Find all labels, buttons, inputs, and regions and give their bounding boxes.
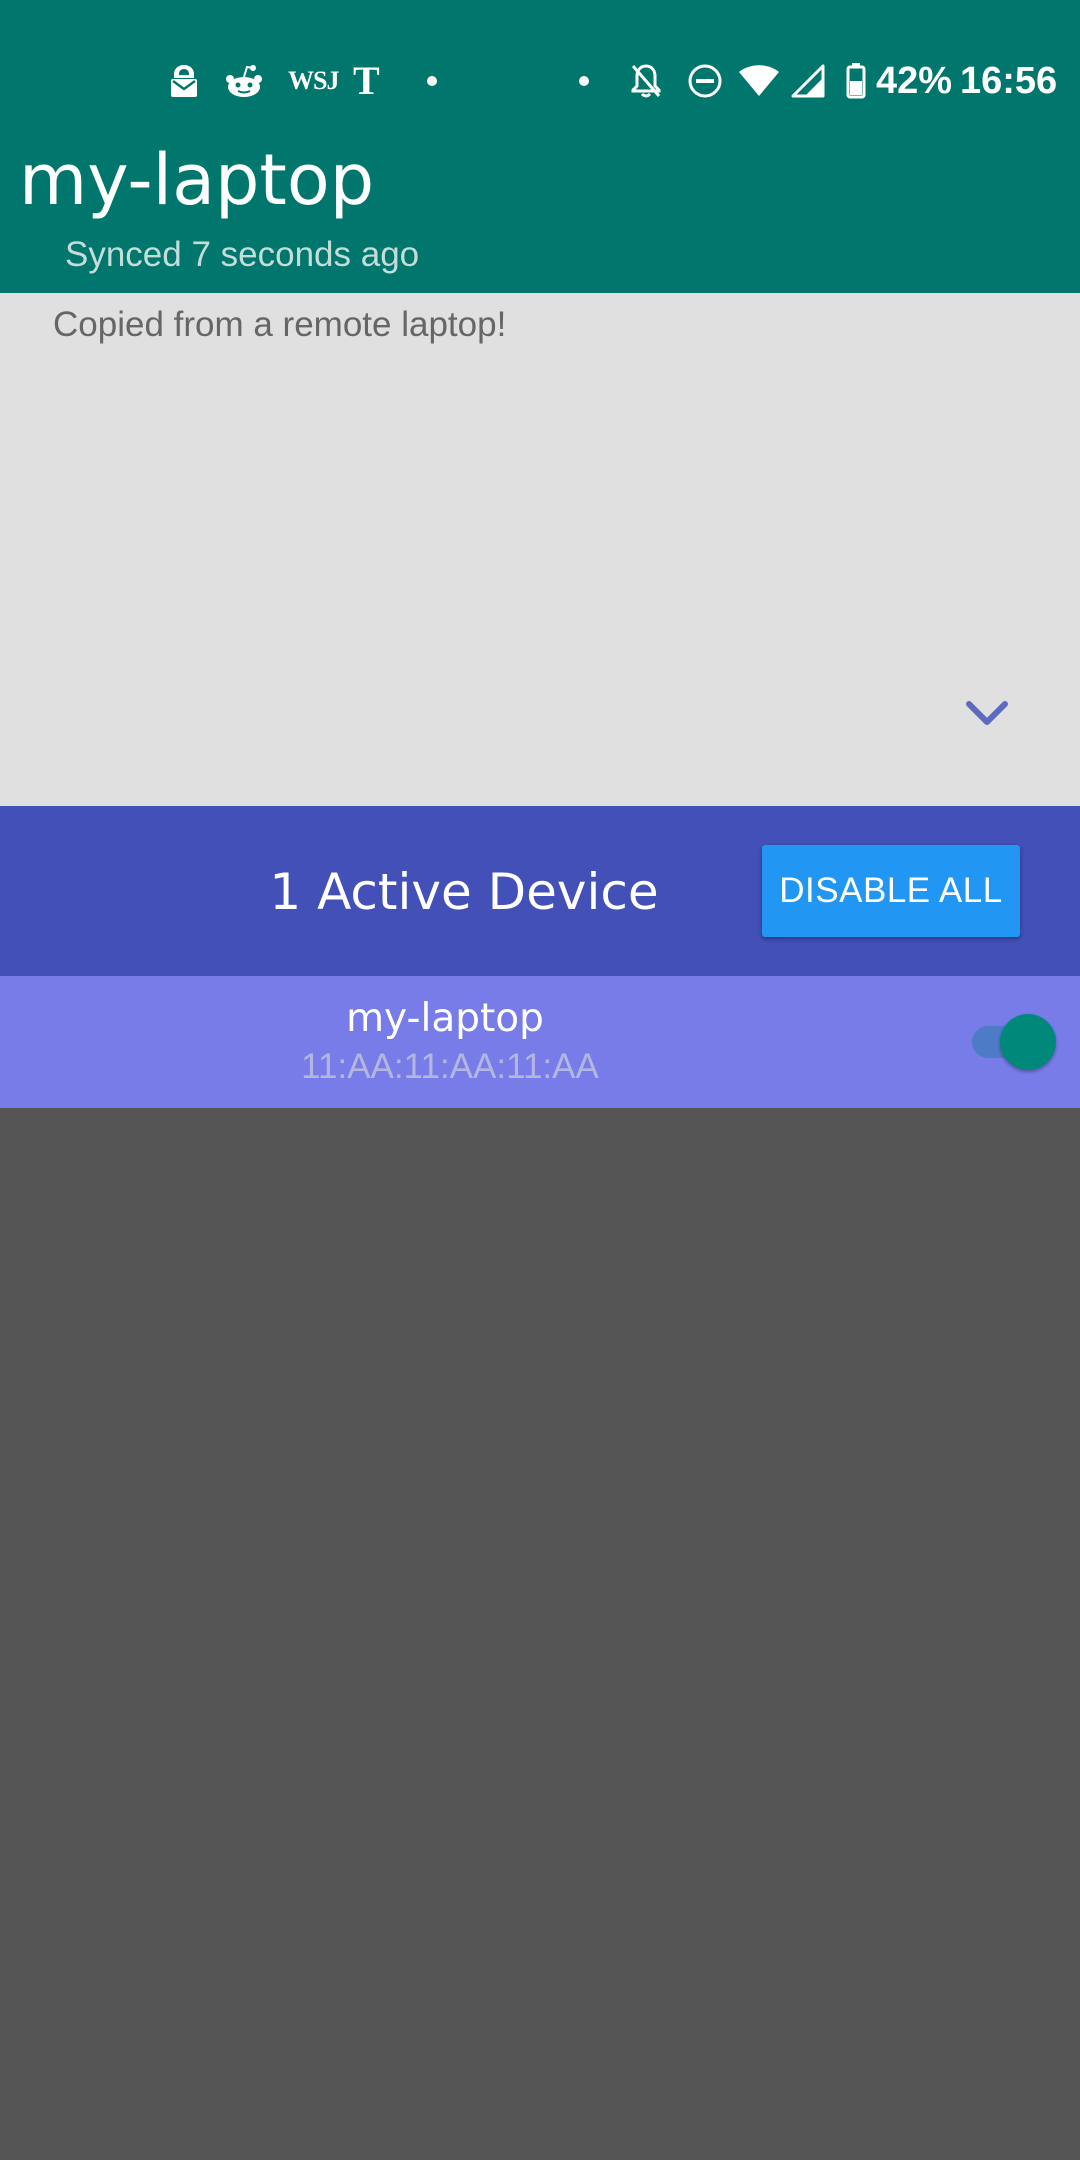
cellular-signal-icon	[790, 56, 826, 106]
sync-status: Synced 7 seconds ago	[65, 235, 420, 274]
nyt-icon: T	[353, 58, 380, 103]
wifi-icon	[738, 56, 780, 106]
device-list-item[interactable]: my-laptop 11:AA:11:AA:11:AA	[0, 976, 1080, 1108]
clipboard-content: Copied from a remote laptop!	[53, 305, 507, 344]
notifications-off-icon	[626, 56, 666, 106]
wsj-icon: WSJ	[288, 66, 339, 95]
device-address: 11:AA:11:AA:11:AA	[301, 1047, 599, 1086]
app-header: WSJ T 42% 16:56 my-laptop Synced 7 secon…	[0, 0, 1080, 293]
battery-icon	[844, 56, 868, 106]
empty-area	[0, 1108, 1080, 2160]
device-enabled-toggle[interactable]	[970, 1012, 1060, 1072]
device-name: my-laptop	[346, 996, 544, 1041]
expand-button[interactable]	[962, 689, 1012, 739]
clipboard-panel: Copied from a remote laptop!	[0, 293, 1080, 806]
page-title: my-laptop	[19, 139, 375, 221]
toggle-thumb	[1000, 1014, 1056, 1070]
status-bar: WSJ T 42% 16:56	[0, 0, 1080, 160]
devices-header: 1 Active Device DISABLE ALL	[0, 806, 1080, 976]
disable-all-button[interactable]: DISABLE ALL	[762, 845, 1020, 937]
battery-percent: 42%	[876, 60, 953, 102]
app-screen: WSJ T 42% 16:56 my-laptop Synced 7 secon…	[0, 0, 1080, 2160]
status-time: 16:56	[960, 60, 1058, 102]
dot-icon	[576, 56, 592, 106]
reddit-icon	[222, 56, 266, 106]
dot-icon	[424, 56, 440, 106]
mail-lock-icon	[166, 56, 202, 106]
chevron-down-icon	[966, 701, 1008, 725]
do-not-disturb-icon	[686, 56, 724, 106]
